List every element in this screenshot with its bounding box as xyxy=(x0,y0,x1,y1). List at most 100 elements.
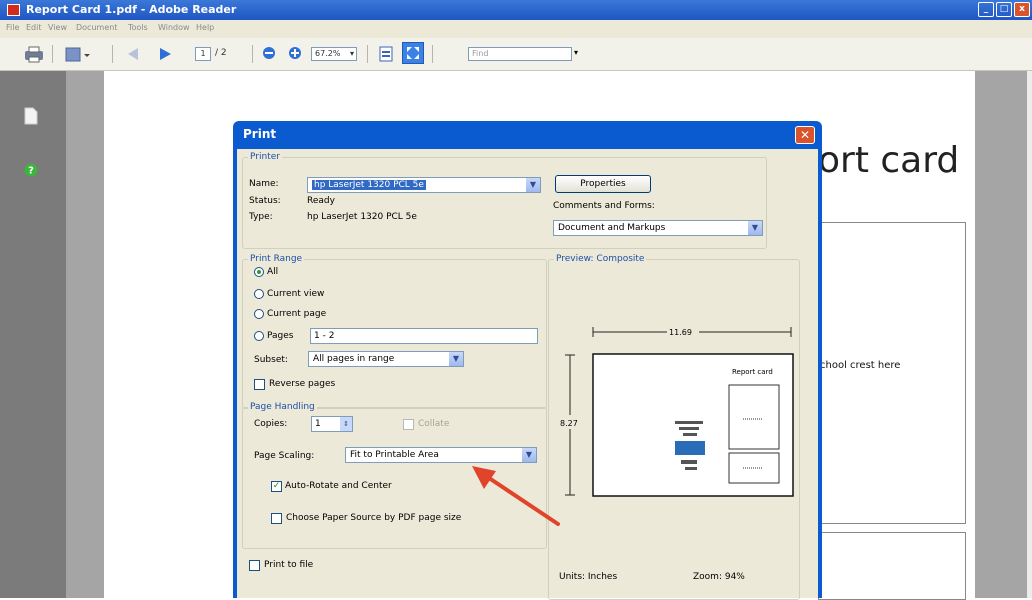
reverse-pages-checkbox[interactable] xyxy=(254,379,265,390)
svg-text:?: ? xyxy=(28,166,34,177)
properties-button[interactable]: Properties xyxy=(555,175,651,193)
printer-icon[interactable] xyxy=(24,46,44,63)
pages-input[interactable]: 1 - 2 xyxy=(310,328,538,344)
collate-label: Collate xyxy=(418,419,450,429)
close-window-button[interactable]: x xyxy=(1014,2,1030,17)
toolbar-separator xyxy=(112,45,113,63)
subset-value: All pages in range xyxy=(313,354,395,364)
copies-label: Copies: xyxy=(254,419,288,429)
menu-file[interactable]: File xyxy=(6,23,19,32)
email-icon[interactable] xyxy=(64,46,90,63)
printer-legend: Printer xyxy=(248,152,282,162)
subset-select[interactable]: All pages in range ▼ xyxy=(308,351,464,367)
zoom-out-icon[interactable] xyxy=(262,46,276,60)
menu-help[interactable]: Help xyxy=(196,23,214,32)
print-range-pages-label: Pages xyxy=(267,331,294,341)
find-input[interactable]: Find xyxy=(468,47,572,61)
fit-page-icon xyxy=(407,47,419,59)
printer-type-value: hp LaserJet 1320 PCL 5e xyxy=(307,212,417,222)
copies-stepper[interactable]: 1 ⇕ xyxy=(311,416,353,432)
menu-bar: File Edit View Document Tools Window Hel… xyxy=(0,20,1032,39)
find-options-chevron-icon[interactable]: ▾ xyxy=(574,48,578,57)
print-to-file-label: Print to file xyxy=(264,560,314,570)
menu-window[interactable]: Window xyxy=(158,23,190,32)
copies-value: 1 xyxy=(315,419,321,429)
preview-zoom: Zoom: 94% xyxy=(693,572,745,582)
printer-name-value: hp LaserJet 1320 PCL 5e xyxy=(312,180,426,190)
paper-source-checkbox[interactable] xyxy=(271,513,282,524)
toolbar-separator xyxy=(52,45,53,63)
print-range-legend: Print Range xyxy=(248,254,305,264)
document-background xyxy=(66,71,104,598)
menu-tools[interactable]: Tools xyxy=(128,23,148,32)
document-background xyxy=(975,71,1032,598)
page-scaling-label: Page Scaling: xyxy=(254,451,315,461)
adobe-reader-icon xyxy=(7,4,20,16)
printer-name-select[interactable]: hp LaserJet 1320 PCL 5e ▼ xyxy=(307,177,541,193)
page-scaling-value: Fit to Printable Area xyxy=(350,450,439,460)
reverse-pages-label: Reverse pages xyxy=(269,379,336,389)
chevron-down-icon: ▼ xyxy=(522,448,536,462)
dialog-title: Print xyxy=(243,127,277,141)
paper-source-label: Choose Paper Source by PDF page size xyxy=(286,513,462,523)
print-range-current-page-label: Current page xyxy=(267,309,327,319)
vertical-scrollbar[interactable] xyxy=(1027,71,1032,598)
printer-status-label: Status: xyxy=(249,196,281,206)
toolbar-separator xyxy=(252,45,253,63)
chevron-down-icon: ▾ xyxy=(349,49,354,58)
comments-forms-value: Document and Markups xyxy=(558,223,666,233)
page-scaling-select[interactable]: Fit to Printable Area ▼ xyxy=(345,447,537,463)
page-total: / 2 xyxy=(215,48,227,58)
document-title-fragment: ort card xyxy=(818,140,960,181)
document-crest-box xyxy=(818,222,966,524)
print-range-all-radio[interactable] xyxy=(254,267,264,277)
maximize-button[interactable]: □ xyxy=(996,2,1012,17)
print-range-all-label: All xyxy=(267,267,279,277)
next-page-icon[interactable] xyxy=(158,46,174,62)
document-box xyxy=(818,532,966,600)
menu-edit[interactable]: Edit xyxy=(26,23,42,32)
annotation-arrow xyxy=(472,466,560,526)
stepper-arrows-icon[interactable]: ⇕ xyxy=(340,417,352,431)
printer-type-label: Type: xyxy=(249,212,273,222)
preview-width-dimension: 11.69 xyxy=(669,328,692,337)
navigation-pane: ? xyxy=(0,71,66,598)
dialog-close-button[interactable]: ✕ xyxy=(795,126,815,144)
preview-height-dimension: 8.27 xyxy=(560,419,578,428)
menu-view[interactable]: View xyxy=(48,23,67,32)
toolbar-separator xyxy=(367,45,368,63)
zoom-level-select[interactable]: 67.2% ▾ xyxy=(311,47,357,61)
fit-width-icon[interactable] xyxy=(378,46,394,62)
print-to-file-checkbox[interactable] xyxy=(249,560,260,571)
comments-forms-label: Comments and Forms: xyxy=(553,201,655,211)
preview-legend: Preview: Composite xyxy=(554,254,647,264)
preview-units: Units: Inches xyxy=(559,572,618,582)
help-icon[interactable]: ? xyxy=(24,163,38,177)
chevron-down-icon: ▼ xyxy=(526,178,540,192)
collate-checkbox xyxy=(403,419,414,430)
minimize-button[interactable]: _ xyxy=(978,2,994,17)
pages-icon[interactable] xyxy=(24,107,38,125)
printer-name-label: Name: xyxy=(249,179,279,189)
printer-status-value: Ready xyxy=(307,196,335,206)
page-handling-legend: Page Handling xyxy=(248,402,317,412)
fit-page-button[interactable] xyxy=(402,42,424,64)
zoom-in-icon[interactable] xyxy=(288,46,302,60)
preview-thumb-title: Report card xyxy=(732,368,773,376)
page-preview xyxy=(559,326,794,497)
print-range-current-view-radio[interactable] xyxy=(254,289,264,299)
menu-document[interactable]: Document xyxy=(76,23,117,32)
chevron-down-icon: ▼ xyxy=(449,352,463,366)
zoom-level-value: 67.2% xyxy=(315,49,341,58)
comments-forms-select[interactable]: Document and Markups ▼ xyxy=(553,220,763,236)
page-number-input[interactable]: 1 xyxy=(195,47,211,61)
toolbar: 1 / 2 67.2% ▾ Find ▾ xyxy=(0,38,1032,71)
window-title-bar[interactable]: Report Card 1.pdf - Adobe Reader _ □ x xyxy=(0,0,1032,20)
previous-page-icon[interactable] xyxy=(124,46,140,62)
auto-rotate-checkbox[interactable]: ✓ xyxy=(271,481,282,492)
auto-rotate-label: Auto-Rotate and Center xyxy=(285,481,392,491)
subset-label: Subset: xyxy=(254,355,288,365)
window-title: Report Card 1.pdf - Adobe Reader xyxy=(26,3,237,16)
print-range-pages-radio[interactable] xyxy=(254,331,264,341)
print-range-current-page-radio[interactable] xyxy=(254,309,264,319)
